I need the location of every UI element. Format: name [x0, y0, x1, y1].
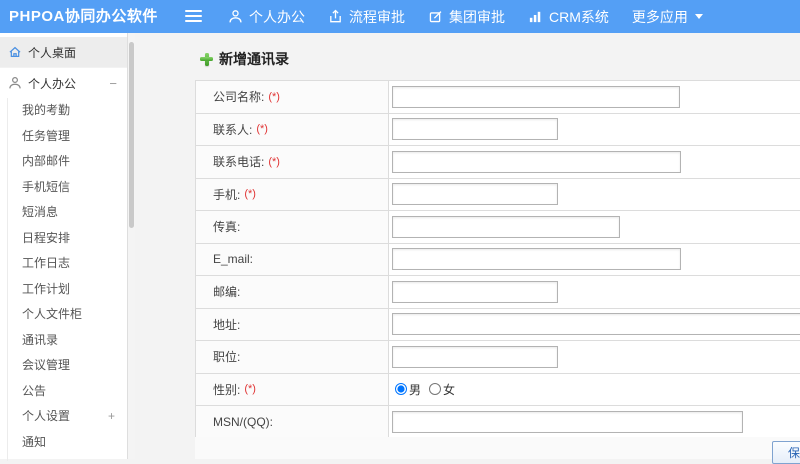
home-icon: [8, 45, 22, 59]
sidebar-item-personal-settings[interactable]: 个人设置 +: [0, 404, 127, 430]
form-row-contact-person: 联系人: (*): [195, 113, 800, 146]
gender-female-option[interactable]: 女: [429, 381, 455, 398]
required-marker: (*): [244, 188, 256, 201]
field-label: 手机:: [213, 187, 241, 202]
gender-female-radio[interactable]: [429, 383, 442, 396]
nav-label: 流程审批: [349, 8, 405, 25]
app-title: PHPOA协同办公软件: [9, 8, 158, 25]
sidebar-item-meeting-management[interactable]: 会议管理: [0, 353, 127, 379]
collapse-minus-icon: −: [109, 75, 117, 91]
position-input[interactable]: [392, 345, 558, 368]
email-input[interactable]: [392, 248, 681, 271]
form-row-company-name: 公司名称: (*): [195, 81, 800, 114]
sidebar-item-short-message[interactable]: 短消息: [0, 200, 127, 226]
nav-group-approval[interactable]: 集团审批: [428, 7, 505, 27]
sidebar-item-label: 个人桌面: [28, 45, 77, 60]
menu-toggle-button[interactable]: [185, 10, 202, 23]
msn-qq-input[interactable]: [392, 410, 743, 433]
field-label: 邮编:: [213, 285, 241, 300]
nav-more-apps[interactable]: 更多应用: [632, 7, 703, 27]
sidebar-item-internal-mail[interactable]: 内部邮件: [0, 149, 127, 175]
contact-person-input[interactable]: [392, 118, 558, 141]
zipcode-input[interactable]: [392, 280, 558, 303]
upload-icon: [328, 9, 343, 24]
nav-workflow-approval[interactable]: 流程审批: [328, 7, 405, 27]
company-name-input[interactable]: [392, 85, 680, 108]
bar-chart-icon: [528, 9, 543, 24]
sidebar-item-work-plan[interactable]: 工作计划: [0, 277, 127, 303]
nav-label: CRM系统: [549, 8, 609, 25]
caret-down-icon: [694, 14, 703, 19]
save-button[interactable]: 保存: [772, 441, 800, 464]
field-label: 地址:: [213, 317, 241, 332]
nav-crm-system[interactable]: CRM系统: [528, 7, 609, 27]
form-row-zipcode: 邮编:: [195, 276, 800, 309]
form-row-mobile: 手机: (*): [195, 178, 800, 211]
sidebar-item-announcement[interactable]: 公告: [0, 379, 127, 405]
field-label: 联系电话:: [213, 155, 265, 170]
form-footer: [195, 437, 800, 459]
nav-label: 集团审批: [449, 8, 505, 25]
user-icon: [228, 9, 243, 24]
field-label: 联系人:: [213, 122, 253, 137]
add-plus-icon: [200, 52, 213, 66]
sidebar-item-personal-files[interactable]: 个人文件柜: [0, 302, 127, 328]
field-label: 公司名称:: [213, 90, 265, 105]
address-input[interactable]: [392, 313, 800, 336]
sidebar: 个人桌面 个人办公 − 我的考勤 任务管理 内部邮件 手机短信 短消息 日程安排…: [0, 33, 127, 461]
user-icon: [8, 76, 22, 90]
edit-icon: [428, 9, 443, 24]
field-label: E_mail:: [213, 252, 254, 267]
contact-phone-input[interactable]: [392, 150, 681, 173]
field-label: 性别:: [213, 382, 241, 397]
scrollbar-thumb[interactable]: [129, 42, 134, 228]
sidebar-item-address-book[interactable]: 通讯录: [0, 328, 127, 354]
sidebar-item-my-attendance[interactable]: 我的考勤: [0, 98, 127, 124]
expand-plus-icon: +: [107, 409, 115, 423]
nav-personal-office[interactable]: 个人办公: [228, 7, 305, 27]
sidebar-submenu: 我的考勤 任务管理 内部邮件 手机短信 短消息 日程安排 工作日志 工作计划 个…: [0, 98, 127, 461]
required-marker: (*): [244, 383, 256, 396]
gender-radio-group: 男 女: [392, 381, 463, 398]
nav-label: 更多应用: [631, 8, 688, 25]
sidebar-item-label: 个人办公: [28, 76, 77, 91]
gender-male-radio[interactable]: [395, 383, 407, 396]
form-row-address: 地址:: [195, 308, 800, 341]
sidebar-item-work-log[interactable]: 工作日志: [0, 251, 127, 277]
field-label: 职位:: [213, 350, 241, 365]
sidebar-item-task-management[interactable]: 任务管理: [0, 124, 127, 150]
gender-male-option[interactable]: 男: [395, 381, 421, 398]
field-label: MSN/(QQ):: [213, 414, 273, 429]
sidebar-item-personal-office[interactable]: 个人办公 −: [0, 68, 127, 98]
form-row-position: 职位:: [195, 341, 800, 374]
sidebar-scrollbar: [128, 33, 135, 459]
sidebar-item-notification[interactable]: 通知: [0, 430, 127, 456]
page-title: 新增通讯录: [219, 51, 289, 67]
nav-label: 个人办公: [249, 8, 305, 25]
top-nav: 个人办公 流程审批 集团审批 CRM系统 更多应用: [228, 0, 726, 33]
sidebar-item-mobile-sms[interactable]: 手机短信: [0, 175, 127, 201]
sidebar-item-schedule[interactable]: 日程安排: [0, 226, 127, 252]
form-row-msn-qq: MSN/(QQ):: [195, 406, 800, 439]
top-bar: PHPOA协同办公软件 个人办公 流程审批 集团审批 CRM系统 更多应用: [0, 0, 800, 33]
form-row-gender: 性别: (*) 男 女: [195, 373, 800, 406]
page-header: 新增通讯录: [200, 49, 289, 69]
sidebar-item-personal-desktop[interactable]: 个人桌面: [0, 37, 127, 68]
fax-input[interactable]: [392, 215, 620, 238]
mobile-input[interactable]: [392, 183, 558, 206]
field-label: 传真:: [213, 220, 241, 235]
form-row-contact-phone: 联系电话: (*): [195, 146, 800, 179]
form-row-email: E_mail:: [195, 243, 800, 276]
new-contact-form: 公司名称: (*) 联系人: (*) 联系电话: (*) 手机: (*) 传真: E_m…: [195, 80, 800, 439]
required-marker: (*): [268, 90, 280, 103]
required-marker: (*): [268, 155, 280, 168]
required-marker: (*): [256, 123, 268, 136]
form-row-fax: 传真:: [195, 211, 800, 244]
